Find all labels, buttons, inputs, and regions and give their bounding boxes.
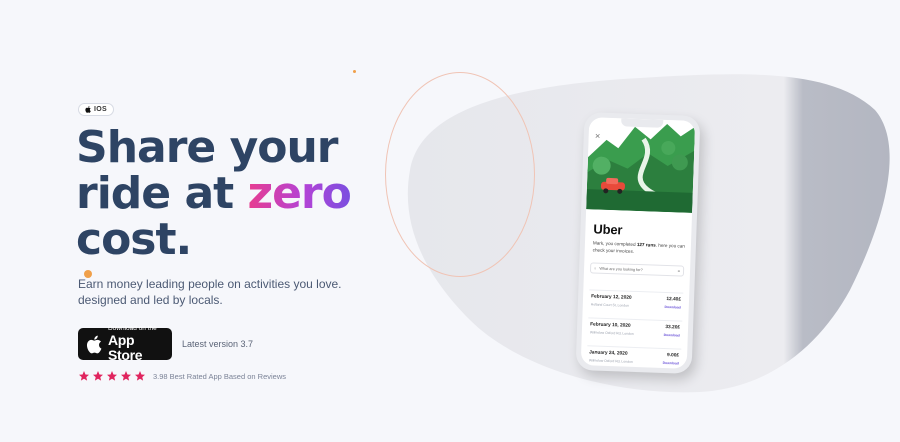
invoice-amount: 33.20£ bbox=[665, 325, 681, 331]
app-store-button[interactable]: Download on the App Store bbox=[78, 325, 172, 363]
filter-icon: ≡ bbox=[677, 268, 681, 274]
landscape-illustration bbox=[586, 117, 696, 213]
app-message-prefix: Mark, you completed bbox=[592, 240, 637, 247]
invoice-download-link[interactable]: Download bbox=[665, 305, 681, 310]
invoice-download-link[interactable]: Download bbox=[664, 333, 680, 338]
star-icon bbox=[79, 371, 89, 381]
invoice-row[interactable]: February 12, 2020 12.40£ Holland Court St… bbox=[588, 289, 684, 315]
invoice-amount: 12.40£ bbox=[666, 297, 682, 303]
app-message: Mark, you completed 127 runs. here you c… bbox=[593, 240, 687, 256]
close-icon[interactable]: ✕ bbox=[595, 132, 601, 140]
platform-badge-label: IOS bbox=[94, 106, 107, 113]
hero-section: IOS Share your ride at zero cost. Earn m… bbox=[0, 0, 900, 442]
invoice-row[interactable]: February 10, 2020 33.20£ Wilmslow Oxford … bbox=[587, 317, 683, 343]
platform-badge: IOS bbox=[78, 103, 114, 116]
headline-line2-prefix: ride at bbox=[76, 168, 248, 219]
phone-mockup: ✕ Uber Mark, you completed 127 runs. her… bbox=[575, 112, 701, 374]
invoice-download-link[interactable]: Download bbox=[663, 361, 679, 366]
headline-line1: Share your bbox=[76, 122, 338, 173]
invoice-address: Wilmslow Oxford Rd, London bbox=[589, 330, 634, 336]
decorative-dot bbox=[353, 70, 356, 73]
star-icon bbox=[93, 371, 103, 381]
rating-text: 3.98 Best Rated App Based on Reviews bbox=[153, 371, 287, 381]
app-search-placeholder: What are you looking for? bbox=[599, 266, 643, 272]
phone-notch bbox=[621, 118, 664, 128]
headline-accent: zero bbox=[247, 168, 351, 219]
search-icon: ○ bbox=[594, 265, 597, 271]
invoice-address: Holland Court St, London bbox=[590, 302, 629, 308]
app-message-bold: 127 runs bbox=[636, 241, 656, 248]
app-brand: Uber bbox=[593, 221, 623, 238]
subtitle-line1: Earn money leading people on activities … bbox=[78, 277, 342, 291]
apple-icon bbox=[86, 335, 102, 353]
decorative-ring bbox=[385, 72, 535, 277]
version-label: Latest version 3.7 bbox=[182, 339, 254, 349]
subtitle-line2: designed and led by locals. bbox=[78, 293, 223, 307]
star-icon bbox=[121, 371, 131, 381]
invoice-address: Wilmslow Oxford Rd, London bbox=[588, 358, 633, 364]
subtitle: Earn money leading people on activities … bbox=[78, 276, 378, 308]
page-title: Share your ride at zero cost. bbox=[76, 122, 352, 265]
app-search-input[interactable]: ○ What are you looking for? ≡ bbox=[589, 262, 685, 277]
apple-icon bbox=[85, 106, 91, 113]
star-icon bbox=[107, 371, 117, 381]
invoice-date: February 10, 2020 bbox=[590, 322, 631, 329]
app-store-button-label: App Store bbox=[107, 332, 143, 363]
phone-screen: ✕ Uber Mark, you completed 127 runs. her… bbox=[580, 117, 696, 369]
headline-line3: cost. bbox=[76, 214, 192, 265]
app-store-button-text: Download on the App Store bbox=[108, 325, 172, 363]
invoice-amount: 9.00£ bbox=[666, 353, 680, 359]
invoice-date: February 12, 2020 bbox=[591, 294, 632, 301]
rating: 3.98 Best Rated App Based on Reviews bbox=[78, 370, 286, 382]
invoice-row[interactable]: January 24, 2020 9.00£ Wilmslow Oxford Rd… bbox=[586, 345, 682, 369]
invoice-date: January 24, 2020 bbox=[589, 350, 628, 357]
star-icon bbox=[135, 371, 145, 381]
